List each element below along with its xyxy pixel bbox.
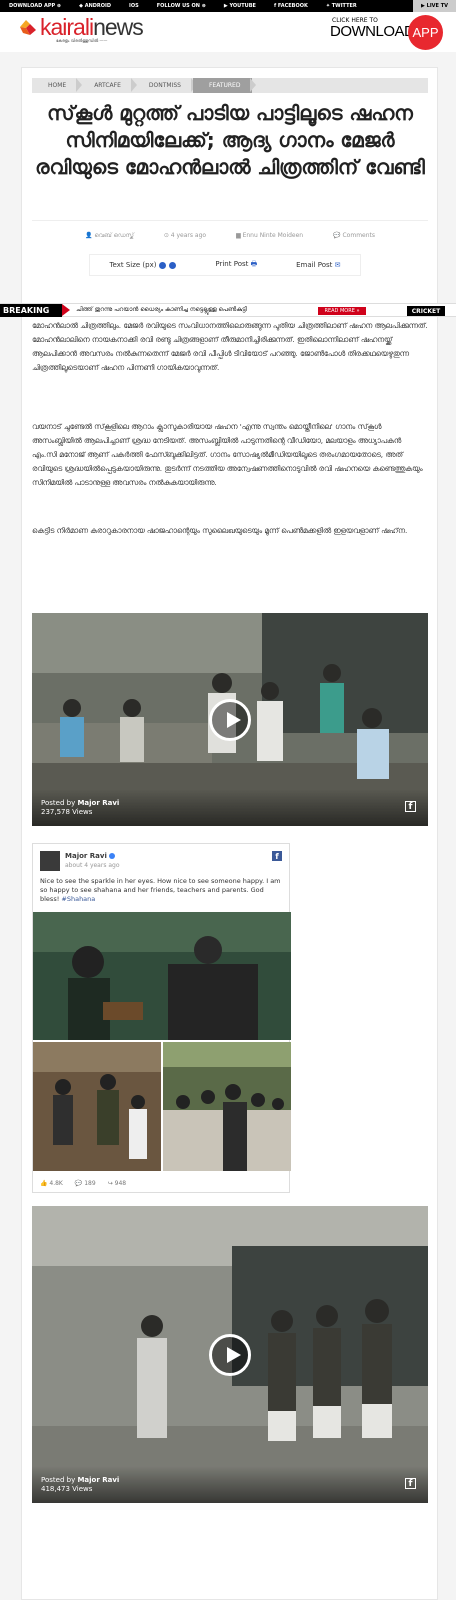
author-link[interactable]: 👤 വെബ് ഡെസ്ക് — [85, 232, 134, 240]
increase-text-icon[interactable] — [159, 261, 167, 269]
ticker-category[interactable]: CRICKET — [407, 306, 445, 316]
post-date: ⊙ 4 years ago — [163, 232, 207, 239]
shares-count[interactable]: ↪ 948 — [108, 1180, 126, 1187]
post-author[interactable]: Major Ravi — [65, 852, 115, 860]
play-button-icon[interactable] — [209, 699, 251, 741]
logo-text: kairalinews — [40, 14, 144, 40]
breadcrumb-featured[interactable]: FEATURED — [192, 78, 256, 93]
download-app-link[interactable]: DOWNLOAD APP ⊕ — [0, 3, 70, 9]
photo-graphic — [33, 1042, 161, 1171]
facebook-icon[interactable]: f — [405, 801, 416, 812]
video-footer: Posted by Major Ravi 418,473 Views f — [32, 1466, 428, 1503]
logo-icon — [20, 20, 36, 35]
breaking-news-ticker: BREAKING ചിത്ത് തുറന്നു പറയാൻ ധൈര്യം കാണ… — [0, 303, 456, 317]
video-posted-by: Posted by Major Ravi — [41, 799, 120, 807]
video-posted-by: Posted by Major Ravi — [41, 1476, 120, 1484]
youtube-link[interactable]: ▶ YOUTUBE — [215, 3, 265, 9]
print-icon: 🖶 — [250, 259, 258, 268]
post-time[interactable]: about 4 years ago — [65, 862, 120, 869]
breadcrumb-home[interactable]: HOME — [32, 78, 83, 93]
video-poster-link[interactable]: Major Ravi — [77, 799, 119, 807]
video-views: 418,473 Views — [41, 1485, 93, 1493]
ticker-arrow-icon — [62, 304, 70, 316]
verified-icon — [108, 853, 115, 859]
breaking-label: BREAKING — [0, 304, 62, 317]
text-size-control: Text Size (px) — [109, 261, 177, 269]
ticker-headline[interactable]: ചിത്ത് തുറന്നു പറയാൻ ധൈര്യം കാണിച്ച നട്ട… — [76, 306, 247, 314]
tag-link[interactable]: ▆ Ennu Ninte Moideen — [236, 232, 303, 240]
live-tv-button[interactable]: ▶ LIVE TV — [413, 0, 456, 12]
breadcrumb-dontmiss[interactable]: DONTMISS — [133, 78, 198, 93]
facebook-video-1[interactable]: Posted by Major Ravi 237,578 Views f — [32, 613, 428, 826]
likes-count[interactable]: 👍 4.8K — [40, 1180, 63, 1187]
post-reactions: 👍 4.8K 💬 189 ↪ 948 — [40, 1180, 126, 1187]
download-line2: DOWNLOAD — [330, 23, 415, 40]
avatar[interactable] — [40, 851, 60, 871]
photo-graphic — [163, 1042, 291, 1171]
comments-link[interactable]: 💬 Comments — [333, 232, 375, 240]
post-photo-1[interactable] — [33, 912, 291, 1040]
article-paragraph-3: കെട്ടിട നിർമാണ കരാറുകാരനായ ഷാജഹാന്റെയും … — [32, 526, 408, 535]
breadcrumb: HOME ARTCAFE DONTMISS FEATURED — [32, 78, 428, 93]
video-footer: Posted by Major Ravi 237,578 Views f — [32, 789, 428, 826]
facebook-icon[interactable]: f — [405, 1478, 416, 1489]
text-size-label: Text Size (px) — [109, 261, 157, 269]
article-paragraph-1: മോഹൻലാൽ ചിത്രത്തിലും. മേജർ രവിയുടെ സംവിധ… — [32, 321, 428, 372]
follow-us-label: FOLLOW US ON ⊕ — [156, 3, 206, 9]
post-photo-2[interactable] — [33, 1042, 161, 1171]
email-post-button[interactable]: Email Post ✉ — [296, 261, 340, 269]
print-post-button[interactable]: Print Post 🖶 — [215, 260, 257, 271]
article-title: സ്‌കൂൾ മുറ്റത്ത് പാടിയ പാട്ടിലൂടെ ഷഹന സി… — [35, 101, 425, 179]
facebook-post-embed: Major Ravi about 4 years ago f Nice to s… — [32, 843, 291, 1193]
comments-count[interactable]: 💬 189 — [75, 1180, 96, 1187]
breadcrumb-artcafe[interactable]: ARTCAFE — [78, 78, 137, 93]
play-button-icon[interactable] — [209, 1334, 251, 1376]
read-more-button[interactable]: READ MORE » — [318, 307, 366, 315]
ios-link[interactable]: IOS — [120, 3, 148, 9]
facebook-link[interactable]: f FACEBOOK — [265, 3, 317, 9]
post-photo-3[interactable] — [163, 1042, 291, 1171]
email-icon: ✉ — [334, 261, 341, 269]
hashtag-link[interactable]: #Shahana — [61, 895, 95, 903]
android-link[interactable]: ◆ ANDROID — [70, 3, 120, 9]
twitter-link[interactable]: ✦ TWITTER — [317, 3, 366, 9]
decrease-text-icon[interactable] — [169, 261, 177, 269]
app-badge: APP — [408, 15, 443, 50]
site-header: kairalinews കേരളം വിരൽത്തുമ്പിൽ —— CLICK… — [0, 12, 456, 52]
video-views: 237,578 Views — [41, 808, 93, 816]
post-message: Nice to see the sparkle in her eyes. How… — [40, 877, 281, 903]
article-tools: Text Size (px) Print Post 🖶 Email Post ✉ — [89, 254, 361, 276]
article-card: HOME ARTCAFE DONTMISS FEATURED സ്‌കൂൾ മു… — [21, 67, 438, 1600]
top-bar: DOWNLOAD APP ⊕ ◆ ANDROID IOS FOLLOW US O… — [0, 0, 456, 12]
article-paragraph-2: വയനാട് ചുണ്ടേൽ സ്‌കൂളിലെ ആറാം ക്ലാസുകാരി… — [32, 422, 423, 487]
photo-graphic — [33, 912, 291, 1040]
facebook-icon[interactable]: f — [272, 851, 282, 861]
video-poster-link[interactable]: Major Ravi — [77, 1476, 119, 1484]
article-meta: 👤 വെബ് ഡെസ്ക് ⊙ 4 years ago ▆ Ennu Ninte… — [32, 232, 428, 240]
divider — [32, 220, 428, 221]
facebook-video-2[interactable]: Posted by Major Ravi 418,473 Views f — [32, 1206, 428, 1503]
logo-tagline: കേരളം വിരൽത്തുമ്പിൽ —— — [56, 38, 108, 43]
